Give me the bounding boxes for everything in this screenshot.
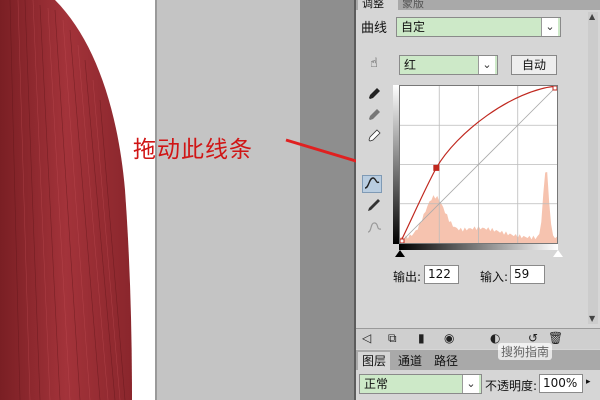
auto-button[interactable]: 自动 <box>511 55 557 75</box>
blend-mode-value: 正常 <box>364 377 389 391</box>
hair-photo <box>0 0 140 400</box>
chevron-down-icon: ⌄ <box>462 375 479 393</box>
opacity-label: 不透明度: <box>485 379 538 393</box>
curve-control-point[interactable] <box>433 164 440 171</box>
curve-control-point[interactable] <box>552 86 557 91</box>
curves-title: 曲线 <box>361 21 388 36</box>
input-gradient-bar <box>399 244 558 250</box>
eyedropper-black-icon[interactable] <box>364 87 384 105</box>
scroll-up-icon[interactable]: ▲ <box>589 12 595 21</box>
annotation-text: 拖动此线条 <box>133 137 253 163</box>
panel-dock-gap <box>300 0 356 400</box>
panel-scrollbar[interactable] <box>588 12 598 324</box>
white-point-slider[interactable] <box>553 250 563 257</box>
curves-graph[interactable] <box>399 85 558 244</box>
document-canvas <box>0 0 302 400</box>
pencil-icon[interactable] <box>364 198 384 216</box>
tab-adjustments[interactable]: 调整 <box>358 0 398 10</box>
input-label: 输入: <box>480 270 509 284</box>
tab-masks[interactable]: 蒙版 <box>400 0 442 10</box>
tab-layers[interactable]: 图层 <box>358 352 390 370</box>
eyedropper-white-icon[interactable] <box>364 129 384 147</box>
watermark: 搜狗指南 <box>498 343 553 360</box>
workspace-background <box>155 0 302 400</box>
layers-tabs: 图层 通道 路径 <box>356 350 600 370</box>
input-field[interactable]: 59 <box>510 265 545 284</box>
output-field[interactable]: 122 <box>424 265 459 284</box>
clip-icon[interactable]: ⧉ <box>388 331 397 346</box>
chevron-down-icon: ⌄ <box>478 56 495 74</box>
curve-tool-icon[interactable] <box>362 175 382 193</box>
smooth-icon[interactable] <box>364 220 384 238</box>
hand-target-icon[interactable]: ☝ <box>364 55 384 73</box>
tab-channels[interactable]: 通道 <box>394 352 426 370</box>
opacity-arrow-icon[interactable]: ▸ <box>586 377 591 387</box>
preset-select[interactable]: 自定 ⌄ <box>396 17 561 37</box>
output-label: 输出: <box>393 270 422 284</box>
opacity-field[interactable]: 100% <box>539 374 583 393</box>
chevron-down-icon: ⌄ <box>541 18 558 36</box>
eyedropper-gray-icon[interactable] <box>364 108 384 126</box>
tab-paths[interactable]: 路径 <box>430 352 462 370</box>
scroll-down-icon[interactable]: ▼ <box>589 314 595 323</box>
channel-value: 红 <box>404 58 417 72</box>
channel-select[interactable]: 红 ⌄ <box>399 55 498 75</box>
adjustments-toolbar: ◁ ⧉ ▮ ◉ ◐ ↺ 🗑 <box>356 328 600 349</box>
visibility-toggle-icon[interactable]: ▮ <box>418 331 425 345</box>
preset-value: 自定 <box>401 20 426 34</box>
black-point-slider[interactable] <box>395 250 405 257</box>
eye-icon[interactable]: ◉ <box>444 331 454 345</box>
back-arrow-icon[interactable]: ◁ <box>362 331 371 345</box>
blend-mode-select[interactable]: 正常 ⌄ <box>359 374 482 394</box>
adjustments-tabs: 调整 蒙版 <box>356 0 600 10</box>
curve-control-point[interactable] <box>400 238 405 243</box>
